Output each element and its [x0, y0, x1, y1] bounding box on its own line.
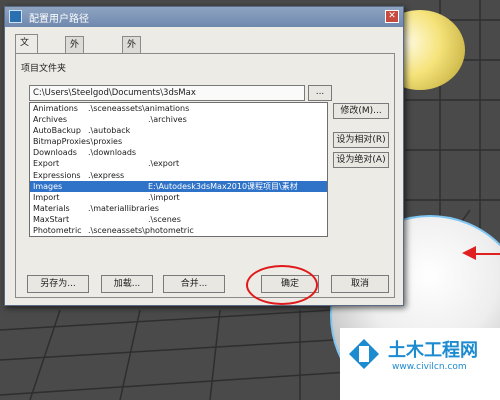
- path-list-row[interactable]: Previews .\previews: [30, 236, 327, 237]
- path-list[interactable]: Animations .\sceneassets\animations Archiv…: [29, 102, 328, 237]
- path-name: Import: [33, 192, 60, 202]
- path-value: .\downloads: [88, 148, 137, 158]
- path-name: Images: [33, 181, 63, 191]
- save-as-button[interactable]: 另存为...: [27, 275, 89, 293]
- transform-gizmo-axis: [474, 253, 500, 255]
- path-value: .\archives: [148, 115, 187, 125]
- tab-xrefs[interactable]: 外部参照: [122, 36, 142, 98]
- path-list-row[interactable]: AutoBackup .\autoback: [30, 125, 327, 136]
- path-name: Photometric: [33, 226, 82, 236]
- load-button[interactable]: 加载...: [101, 275, 153, 293]
- path-value: .\export: [148, 159, 180, 169]
- dialog-title-bar[interactable]: 配置用户路径 ✕: [5, 7, 403, 27]
- path-list-row[interactable]: Expressions .\express: [30, 170, 327, 181]
- path-list-row[interactable]: Images E:\Autodesk3dsMax2010课程项目\素材: [30, 180, 327, 192]
- path-list-row[interactable]: Downloads .\downloads: [30, 147, 327, 158]
- path-name: Export: [33, 159, 60, 169]
- path-value: .\sceneassets\photometric: [88, 226, 194, 236]
- path-name: Previews: [33, 236, 68, 237]
- path-name: Expressions: [33, 170, 81, 180]
- path-value: .\materiallibraries: [88, 203, 159, 213]
- watermark: 土木工程网 www.civilcn.com: [340, 328, 500, 400]
- path-list-row[interactable]: Animations .\sceneassets\animations: [30, 103, 327, 114]
- tab-external-files[interactable]: 外部文件: [65, 36, 85, 98]
- path-name: MaxStart: [33, 214, 70, 224]
- path-value: E:\Autodesk3dsMax2010课程项目\素材: [148, 181, 298, 191]
- watermark-logo-icon: [349, 339, 379, 369]
- annotation-circle: [246, 265, 318, 305]
- cancel-button[interactable]: 取消: [331, 275, 389, 293]
- path-name: AutoBackup: [33, 126, 81, 136]
- path-name: Downloads: [33, 148, 77, 158]
- path-list-row[interactable]: Materials .\materiallibraries: [30, 203, 327, 214]
- project-folder-label: 项目文件夹: [21, 64, 67, 74]
- path-list-row[interactable]: MaxStart .\scenes: [30, 214, 327, 225]
- make-relative-button[interactable]: 设为相对(R): [333, 132, 389, 148]
- merge-button[interactable]: 合并...: [163, 275, 225, 293]
- path-list-row[interactable]: Photometric .\sceneassets\photometric: [30, 225, 327, 236]
- close-button[interactable]: ✕: [385, 10, 399, 23]
- path-list-row[interactable]: BitmapProxies .\proxies: [30, 136, 327, 147]
- app-icon: [9, 10, 22, 23]
- path-value: .\scenes: [148, 214, 181, 224]
- watermark-site-name: 土木工程网: [388, 340, 478, 361]
- dialog-title: 配置用户路径: [29, 14, 89, 25]
- path-value: .\previews: [148, 236, 189, 237]
- browse-button[interactable]: ...: [308, 85, 332, 101]
- path-value: .\express: [88, 170, 125, 180]
- path-name: Archives: [33, 115, 68, 125]
- path-list-row[interactable]: Export .\export: [30, 158, 327, 169]
- project-folder-path-field[interactable]: C:\Users\Steelgod\Documents\3dsMax: [29, 85, 305, 101]
- path-list-row[interactable]: Import .\import: [30, 192, 327, 203]
- configure-user-paths-dialog: 配置用户路径 ✕ 文件 I/O 外部文件 外部参照 项目文件夹 C:\Users…: [4, 6, 404, 306]
- modify-button[interactable]: 修改(M)...: [333, 103, 389, 119]
- make-absolute-button[interactable]: 设为绝对(A): [333, 152, 389, 168]
- path-list-row[interactable]: Archives .\archives: [30, 114, 327, 125]
- watermark-url: www.civilcn.com: [392, 362, 467, 372]
- path-name: Animations: [33, 104, 78, 113]
- path-name: BitmapProxies: [33, 137, 91, 147]
- path-value: .\import: [148, 192, 180, 202]
- path-value: .\autoback: [88, 126, 131, 136]
- path-value: .\proxies: [88, 137, 123, 147]
- path-value: .\sceneassets\animations: [88, 104, 190, 113]
- tab-file-io[interactable]: 文件 I/O: [15, 34, 38, 80]
- path-name: Materials: [33, 203, 70, 213]
